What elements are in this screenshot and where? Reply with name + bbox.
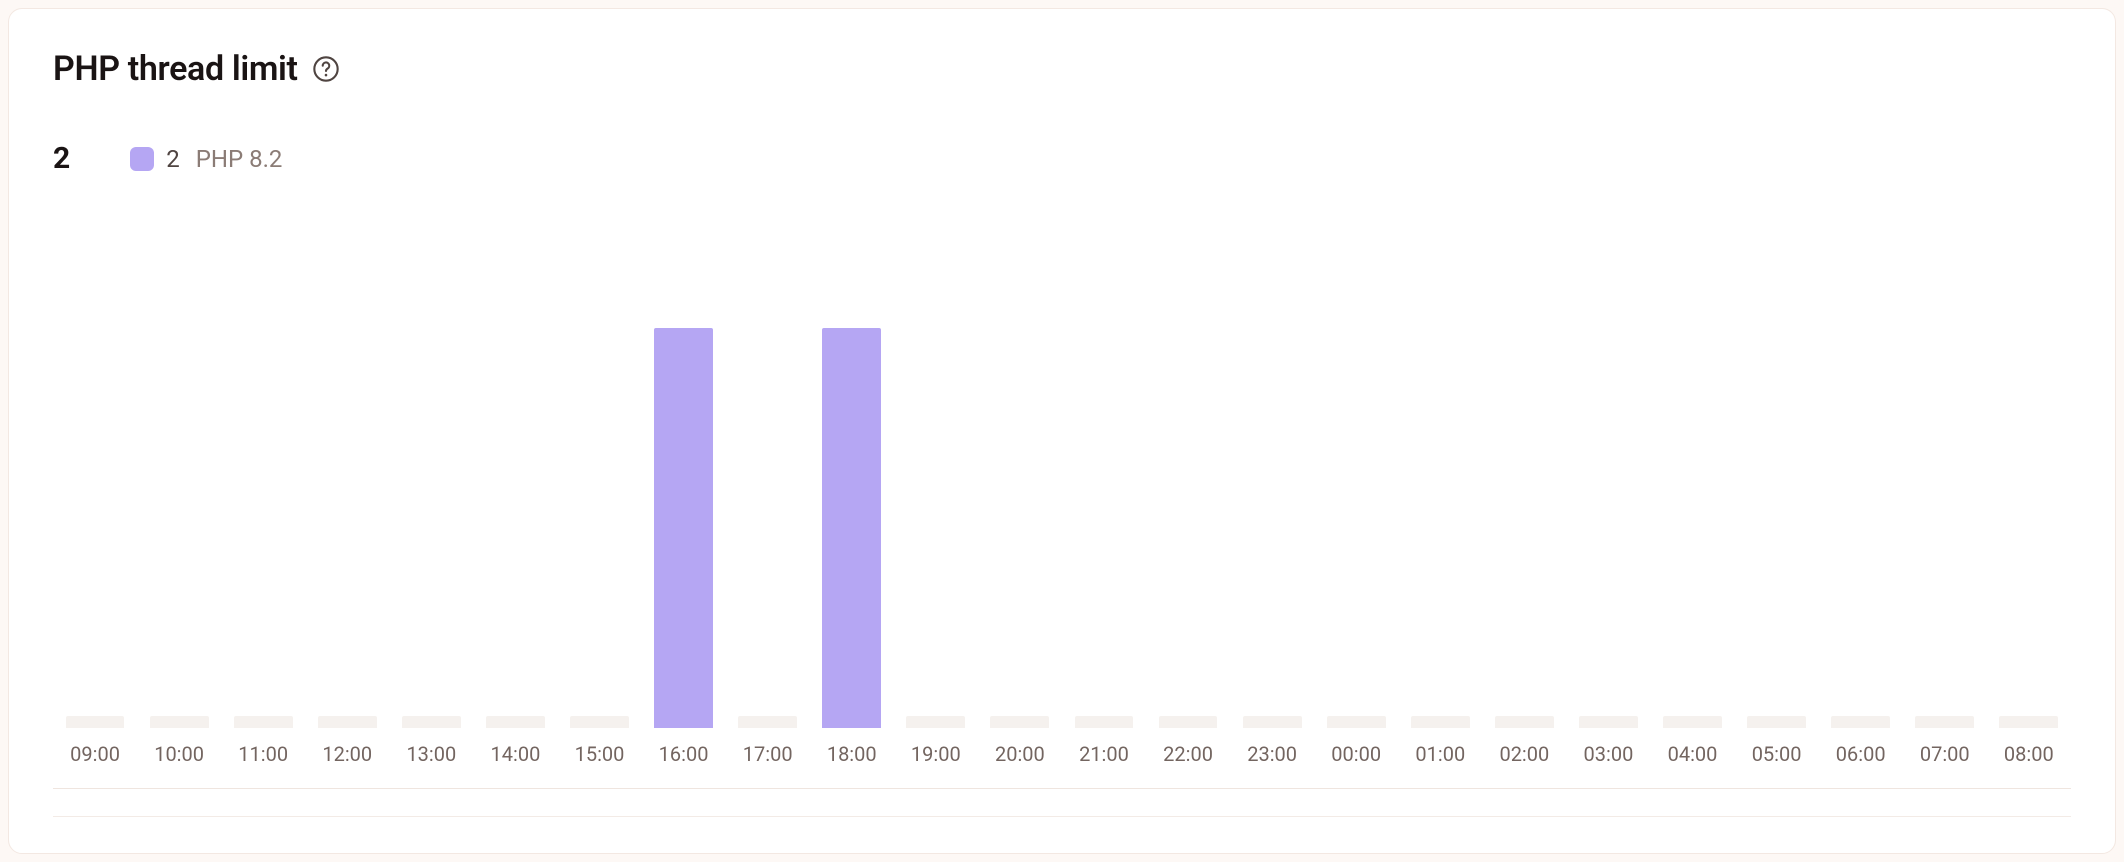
bar[interactable] — [1915, 716, 1974, 728]
bar[interactable] — [486, 716, 545, 728]
bar-cell — [389, 328, 473, 728]
x-tick-label: 06:00 — [1819, 742, 1903, 766]
bar[interactable] — [234, 716, 293, 728]
bar-cell — [221, 328, 305, 728]
bar-cell — [1566, 328, 1650, 728]
bar-cell — [1819, 328, 1903, 728]
bar[interactable] — [990, 716, 1049, 728]
x-tick-label: 22:00 — [1146, 742, 1230, 766]
bar-cell — [1230, 328, 1314, 728]
bar[interactable] — [1075, 716, 1134, 728]
bar-cell — [1146, 328, 1230, 728]
bar[interactable] — [1663, 716, 1722, 728]
bar-cell — [1482, 328, 1566, 728]
bar-cell — [726, 328, 810, 728]
bar-cell — [1987, 328, 2071, 728]
title-row: PHP thread limit — [53, 49, 2071, 89]
x-tick-label: 07:00 — [1903, 742, 1987, 766]
bar[interactable] — [1579, 716, 1638, 728]
bar[interactable] — [318, 716, 377, 728]
x-tick-label: 03:00 — [1566, 742, 1650, 766]
bar-cell — [1903, 328, 1987, 728]
legend: 2 PHP 8.2 — [130, 145, 282, 173]
x-tick-label: 20:00 — [978, 742, 1062, 766]
x-tick-label: 09:00 — [53, 742, 137, 766]
bar[interactable] — [150, 716, 209, 728]
x-tick-label: 23:00 — [1230, 742, 1314, 766]
x-tick-label: 02:00 — [1482, 742, 1566, 766]
bar[interactable] — [1831, 716, 1890, 728]
x-tick-label: 04:00 — [1650, 742, 1734, 766]
bar-cell — [978, 328, 1062, 728]
bar[interactable] — [654, 328, 713, 728]
bar[interactable] — [1243, 716, 1302, 728]
x-tick-label: 05:00 — [1735, 742, 1819, 766]
x-tick-label: 15:00 — [557, 742, 641, 766]
bar[interactable] — [822, 328, 881, 728]
x-tick-label: 14:00 — [473, 742, 557, 766]
x-tick-label: 01:00 — [1398, 742, 1482, 766]
summary-total: 2 — [53, 141, 70, 176]
chart-footer-rule — [53, 789, 2071, 817]
x-tick-label: 13:00 — [389, 742, 473, 766]
bar[interactable] — [738, 716, 797, 728]
bar[interactable] — [570, 716, 629, 728]
x-tick-label: 17:00 — [726, 742, 810, 766]
chart-bars — [53, 328, 2071, 728]
bar[interactable] — [1999, 716, 2058, 728]
bar-cell — [1735, 328, 1819, 728]
x-tick-label: 19:00 — [894, 742, 978, 766]
x-tick-label: 16:00 — [642, 742, 726, 766]
bar[interactable] — [1495, 716, 1554, 728]
bar-cell — [1062, 328, 1146, 728]
chart-x-labels: 09:0010:0011:0012:0013:0014:0015:0016:00… — [53, 728, 2071, 789]
bar-cell — [894, 328, 978, 728]
bar-cell — [305, 328, 389, 728]
x-tick-label: 08:00 — [1987, 742, 2071, 766]
x-tick-label: 12:00 — [305, 742, 389, 766]
bar-cell — [810, 328, 894, 728]
card-title: PHP thread limit — [53, 49, 298, 89]
bar-cell — [557, 328, 641, 728]
bar-cell — [473, 328, 557, 728]
bar[interactable] — [1327, 716, 1386, 728]
legend-swatch — [130, 147, 154, 171]
bar-cell — [642, 328, 726, 728]
bar[interactable] — [1159, 716, 1218, 728]
bar-cell — [53, 328, 137, 728]
x-tick-label: 11:00 — [221, 742, 305, 766]
php-thread-limit-card: PHP thread limit 2 2 PHP 8.2 09:0010:001… — [8, 8, 2116, 854]
x-tick-label: 21:00 — [1062, 742, 1146, 766]
bar-cell — [1314, 328, 1398, 728]
x-tick-label: 10:00 — [137, 742, 221, 766]
bar-cell — [1398, 328, 1482, 728]
bar[interactable] — [402, 716, 461, 728]
bar[interactable] — [906, 716, 965, 728]
bar[interactable] — [66, 716, 125, 728]
x-tick-label: 18:00 — [810, 742, 894, 766]
legend-label: PHP 8.2 — [196, 145, 283, 173]
help-icon[interactable] — [312, 55, 340, 83]
bar[interactable] — [1747, 716, 1806, 728]
bar-cell — [1650, 328, 1734, 728]
x-tick-label: 00:00 — [1314, 742, 1398, 766]
legend-value: 2 — [166, 145, 180, 173]
bar[interactable] — [1411, 716, 1470, 728]
summary-row: 2 2 PHP 8.2 — [53, 141, 2071, 176]
bar-cell — [137, 328, 221, 728]
chart: 09:0010:0011:0012:0013:0014:0015:0016:00… — [53, 328, 2071, 817]
